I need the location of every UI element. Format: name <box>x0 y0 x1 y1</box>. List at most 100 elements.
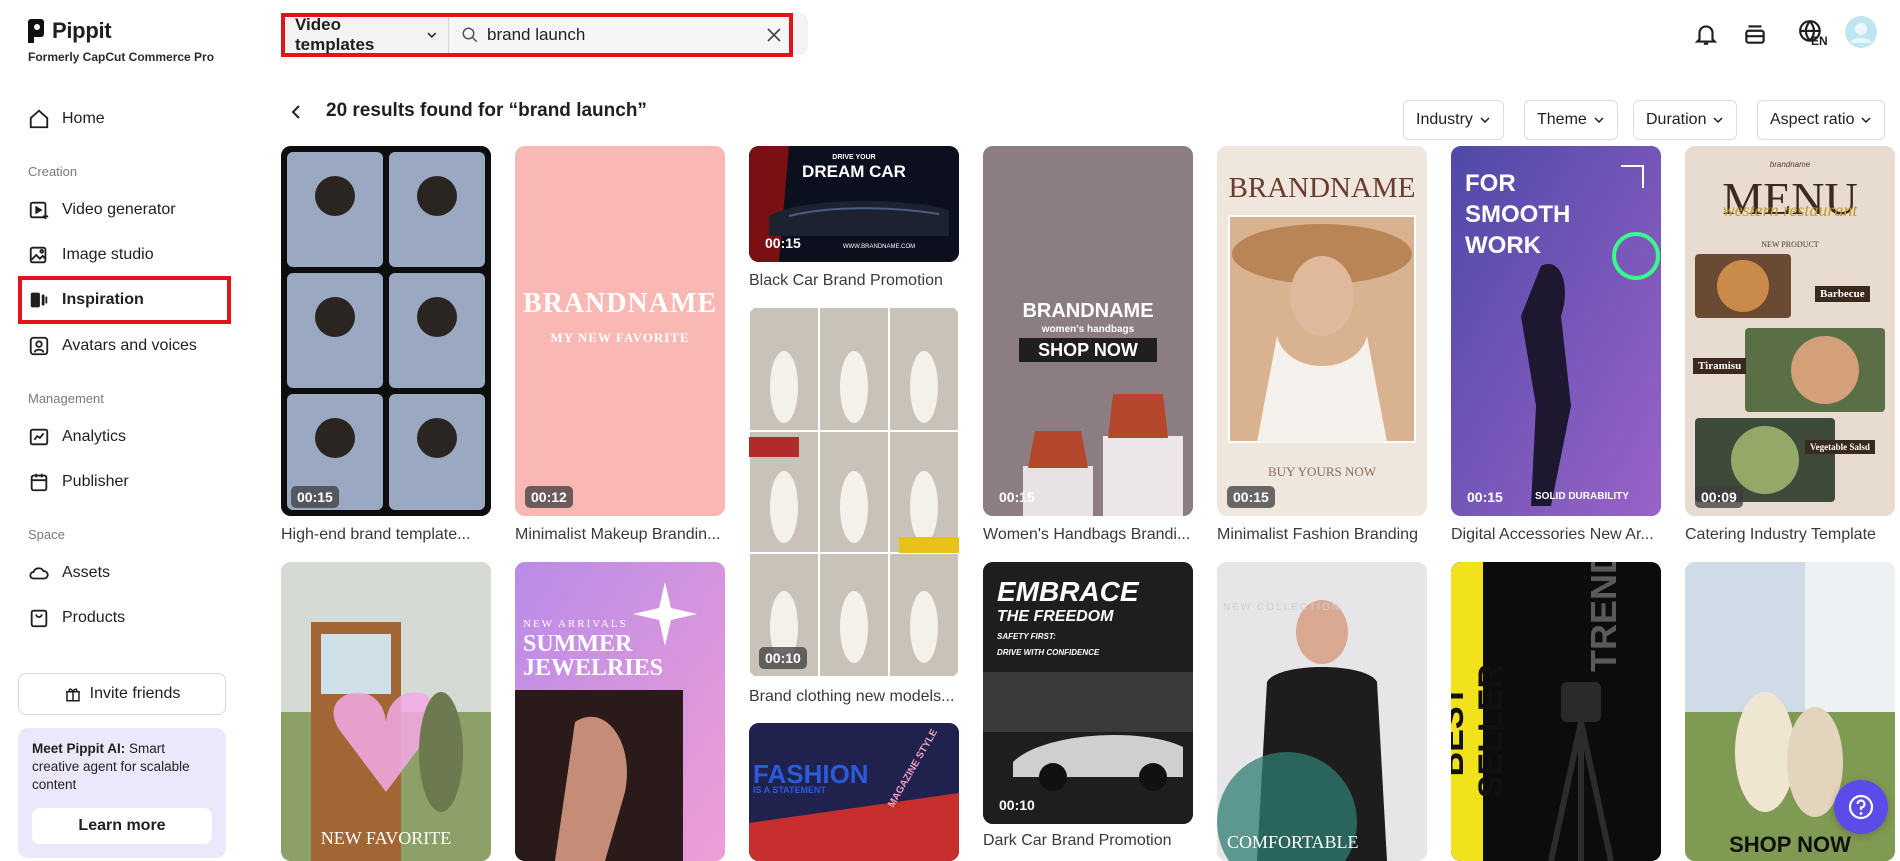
overlay-script: western restaurant <box>1722 200 1858 220</box>
template-card-comfortable[interactable]: NEW COLLECTION COMFORTABLE <box>1217 562 1427 861</box>
video-plus-icon <box>29 201 49 220</box>
overlay-top: NEW ARRIVALS <box>523 618 628 630</box>
template-card-new-favorite[interactable]: NEW FAVORITE <box>281 562 491 861</box>
gift-icon <box>65 688 80 702</box>
sidebar-item-assets[interactable]: Assets <box>18 553 230 593</box>
app-window: Pippit Formerly CapCut Commerce Pro Home… <box>0 0 1900 861</box>
overlay-subtitle: MY NEW FAVORITE <box>550 330 690 345</box>
search-input[interactable] <box>487 25 757 45</box>
learn-more-button[interactable]: Learn more <box>32 808 212 844</box>
overlay-title: BEST SELLER <box>1451 663 1510 799</box>
invite-friends-button[interactable]: Invite friends <box>18 673 226 715</box>
help-button[interactable] <box>1834 780 1888 834</box>
menu-tag: Barbecue <box>1815 286 1870 302</box>
template-card-minimalist-fashion[interactable]: BRANDNAME BUY YOURS NOW 00:15 <box>1217 146 1427 516</box>
back-arrow-icon[interactable] <box>286 102 306 122</box>
stack-icon[interactable] <box>1739 18 1771 50</box>
template-card-digital-accessories[interactable]: FOR SMOOTH WORK SOLID DURABILITY 00:15 <box>1451 146 1661 516</box>
template-caption: Dark Car Brand Promotion <box>983 832 1172 849</box>
bell-icon[interactable] <box>1690 18 1722 50</box>
overlay-subtitle: WWW.BRANDNAME.COM <box>842 244 916 250</box>
chevron-down-icon <box>1861 117 1872 124</box>
filter-label: Aspect ratio <box>1770 111 1855 128</box>
filter-label: Theme <box>1537 111 1587 128</box>
template-card-high-end-brand[interactable]: 00:15 <box>281 146 491 516</box>
filter-label: Duration <box>1646 111 1707 128</box>
chevron-down-icon <box>1480 117 1490 124</box>
duration-badge: 00:15 <box>765 235 801 251</box>
template-caption: Minimalist Makeup Brandin... <box>515 526 721 543</box>
overlay-subtitle: women's handbags <box>1041 324 1135 335</box>
sidebar-item-avatars-voices[interactable]: Avatars and voices <box>18 326 230 366</box>
overlay-title: COMFORTABLE <box>1227 832 1359 852</box>
overlay-line2: DRIVE WITH CONFIDENCE <box>997 648 1100 657</box>
template-card-minimalist-makeup[interactable]: BRANDNAME MY NEW FAVORITE 00:12 <box>515 146 725 516</box>
sidebar-item-home[interactable]: Home <box>18 99 230 139</box>
brand-name: Pippit <box>52 18 112 43</box>
template-thumbnail <box>281 562 491 861</box>
overlay-title: BRANDNAME <box>522 288 718 319</box>
sidebar-item-products[interactable]: Products <box>18 598 230 638</box>
invite-label: Invite friends <box>89 685 181 702</box>
template-caption: Catering Industry Template <box>1685 526 1876 543</box>
template-thumbnail <box>515 562 725 861</box>
section-space: Space <box>28 527 65 542</box>
sidebar-item-label: Analytics <box>62 428 127 445</box>
filter-theme[interactable]: Theme <box>1524 100 1618 140</box>
sidebar-item-publisher[interactable]: Publisher <box>18 462 230 502</box>
duration-badge: 00:15 <box>999 489 1035 505</box>
template-card-womens-handbags[interactable]: BRANDNAME women's handbags SHOP NOW 00:1… <box>983 146 1193 516</box>
template-card-black-car[interactable]: DRIVE YOUR DREAM CAR WWW.BRANDNAME.COM 0… <box>749 146 959 262</box>
language-selector[interactable]: EN <box>1789 16 1833 48</box>
duration-badge: 00:15 <box>291 486 339 508</box>
overlay-top: brandname <box>1769 160 1811 169</box>
template-caption: Brand clothing new models... <box>749 688 955 705</box>
filter-duration[interactable]: Duration <box>1633 100 1738 140</box>
overlay-title: BRANDNAME <box>1228 172 1416 204</box>
pippit-logo-icon <box>28 19 46 43</box>
duration-badge: 00:15 <box>1467 489 1503 505</box>
template-card-best-seller[interactable]: BEST SELLER TRENDY <box>1451 562 1661 861</box>
chevron-down-icon <box>1713 117 1724 124</box>
clear-search-icon[interactable] <box>765 26 783 44</box>
menu-tag: Vegetable Salsd <box>1805 440 1875 454</box>
chevron-down-icon <box>1594 117 1604 124</box>
duration-badge: 00:12 <box>525 486 573 508</box>
template-card-catering[interactable]: brandname MENU western restaurant NEW PR… <box>1685 146 1895 516</box>
sidebar-item-label: Inspiration <box>62 291 144 308</box>
overlay-title: DREAM CAR <box>802 162 906 181</box>
sidebar-item-analytics[interactable]: Analytics <box>18 417 230 457</box>
overlay-line1: SAFETY FIRST: <box>997 632 1056 641</box>
calendar-icon <box>30 473 48 492</box>
template-card-dark-car[interactable]: EMBRACE THE FREEDOM SAFETY FIRST: DRIVE … <box>983 562 1193 824</box>
filter-industry[interactable]: Industry <box>1403 100 1504 140</box>
template-card-brand-clothing[interactable]: 00:10 <box>749 307 959 677</box>
filter-aspect-ratio[interactable]: Aspect ratio <box>1757 100 1886 140</box>
duration-badge: 00:09 <box>1695 486 1743 508</box>
sidebar-item-video-generator[interactable]: Video generator <box>18 190 230 230</box>
language-code: EN <box>1811 34 1828 48</box>
brand[interactable]: Pippit Formerly CapCut Commerce Pro <box>28 18 214 64</box>
overlay-top: DRIVE YOUR <box>832 154 876 161</box>
overlay-cta: SHOP NOW <box>1019 338 1157 362</box>
template-caption: Black Car Brand Promotion <box>749 272 943 289</box>
promo-title: Meet Pippit AI: <box>32 741 126 756</box>
template-card-fashion-magazine[interactable]: FASHION IS A STATEMENT MAGAZINE STYLE <box>749 723 959 861</box>
search-type-dropdown[interactable]: Video templates <box>285 15 449 54</box>
sidebar-item-image-studio[interactable]: Image studio <box>18 235 230 275</box>
sidebar-item-label: Avatars and voices <box>62 337 197 354</box>
avatar[interactable] <box>1845 16 1877 48</box>
template-card-summer-jewelries[interactable]: NEW ARRIVALS SUMMER JEWELRIES <box>515 562 725 861</box>
overlay-title: NEW FAVORITE <box>320 828 452 848</box>
chevron-down-icon <box>427 32 437 38</box>
sidebar-item-inspiration[interactable]: Inspiration <box>18 276 231 324</box>
duration-badge: 00:15 <box>1227 486 1275 508</box>
avatar-icon <box>29 336 49 356</box>
promo-text: Meet Pippit AI: Smart creative agent for… <box>32 740 212 794</box>
analytics-icon <box>29 428 49 446</box>
overlay-subtitle: SOLID DURABILITY <box>1535 491 1629 502</box>
sidebar-item-label: Video generator <box>62 201 176 218</box>
overlay-subtitle: NEW PRODUCT <box>1761 240 1819 249</box>
section-creation: Creation <box>28 164 78 179</box>
duration-badge: 00:10 <box>759 647 807 669</box>
